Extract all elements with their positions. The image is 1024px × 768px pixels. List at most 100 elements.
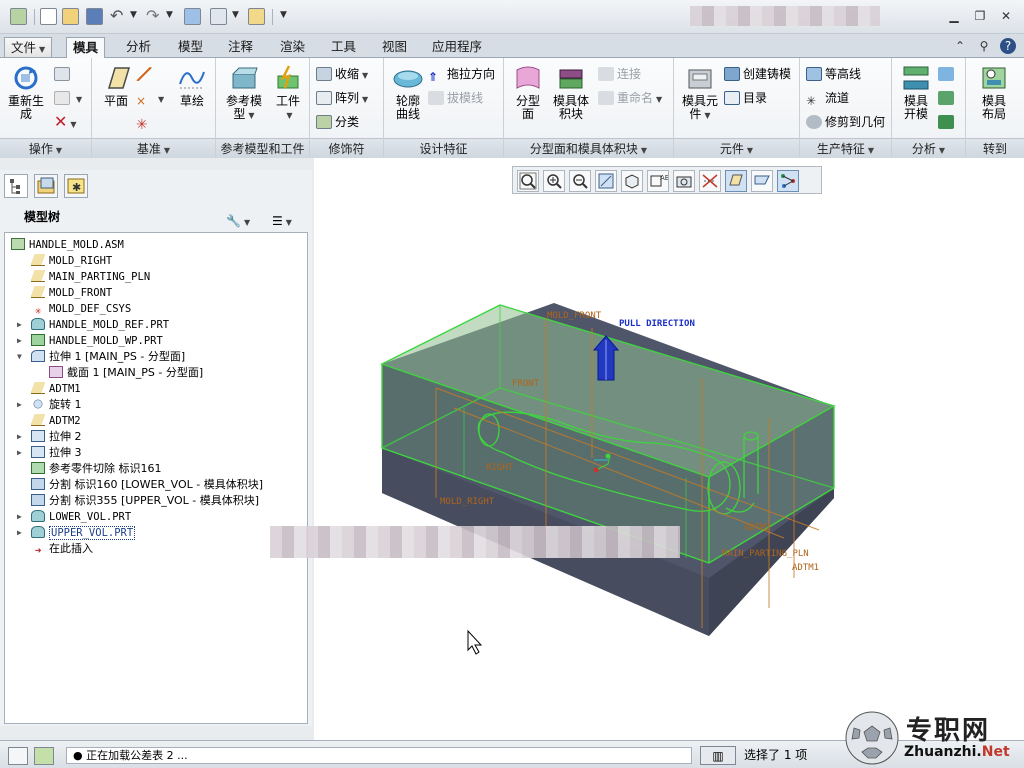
directory-button[interactable]: 目录 [724,88,767,108]
mold-open-button[interactable]: 模具 开模 [896,64,936,121]
model-tree-toggle-icon[interactable] [8,747,28,765]
group-label-analysis[interactable]: 分析 ▼ [892,138,965,158]
tree-item[interactable]: ▶ 旋转 1 [17,397,82,413]
browser-toggle-icon[interactable] [34,747,54,765]
flow-button[interactable]: ✳ 流道 [806,88,849,108]
analysis-tool-3-button[interactable] [938,112,957,132]
windows-dropdown-icon[interactable]: ▼ [232,10,239,20]
csys-button[interactable]: ✳ [136,112,155,132]
create-casting-button[interactable]: 创建铸模 [724,64,791,84]
drag-direction-button[interactable]: ⇑ 拖拉方向 [428,64,495,84]
windows-icon[interactable] [210,8,227,25]
minimize-ribbon-icon[interactable]: ⌃ [952,38,968,54]
tree-item[interactable]: MAIN_PARTING_PLN [31,269,150,285]
contour-curve-button[interactable]: 轮廓 曲线 [388,64,428,121]
tree-item[interactable]: ▶ HANDLE_MOLD_WP.PRT [17,333,163,349]
group-label-operations[interactable]: 操作 ▼ [0,138,91,158]
group-label-datum[interactable]: 基准 ▼ [92,138,215,158]
tree-item[interactable]: MOLD_FRONT [31,285,112,301]
group-label-parting[interactable]: 分型面和模具体积块 ▼ [504,138,673,158]
help-icon[interactable]: ? [1000,38,1016,54]
tree-item[interactable]: 截面 1 [MAIN_PS - 分型面] [49,365,203,381]
tab-file[interactable]: 文件 ▼ [4,37,53,58]
tab-render[interactable]: 渲染 [274,37,311,58]
tab-view[interactable]: 视图 [376,37,413,58]
rename-button[interactable]: 重命名 ▼ [598,88,662,108]
copy-button[interactable] [54,64,73,84]
tree-expand-icon[interactable]: ▶ [17,333,22,349]
tree-show-button[interactable]: ☰ ▼ [272,208,292,228]
folder-browser-tab[interactable] [34,174,58,198]
group-label-production[interactable]: 生产特征 ▼ [800,138,891,158]
cad-model-canvas[interactable]: MOLD_FRONT PULL DIRECTION FRONT RIGHT MO… [314,158,1024,740]
tree-settings-button[interactable]: 🔧 ▼ [226,208,250,228]
tree-expand-icon[interactable]: ▶ [17,509,22,525]
favorites-tab[interactable]: ✱ [64,174,88,198]
contour-line-button[interactable]: 等高线 [806,64,861,84]
tree-item[interactable]: ▶ 拉伸 3 [17,445,82,461]
tab-analysis[interactable]: 分析 [120,37,157,58]
point-button[interactable]: × ▼ [136,88,164,108]
group-label-component[interactable]: 元件 ▼ [674,138,799,158]
delete-button[interactable]: ✕ ▼ [54,112,77,132]
classify-button[interactable]: 分类 [316,112,359,132]
close-icon[interactable]: ✕ [998,8,1014,24]
model-tree-tab[interactable] [4,174,28,198]
mold-component-button[interactable]: 模具元 件 ▼ [678,64,722,122]
tree-expand-icon[interactable]: ▶ [17,525,22,541]
tree-item[interactable]: HANDLE_MOLD.ASM [11,237,124,253]
graphics-viewport[interactable]: AB MOLD_FRONT PULL DIRECTION FRONT RIGHT… [314,158,1024,740]
axis-button[interactable] [136,64,155,84]
tree-item[interactable]: ▶ UPPER_VOL.PRT [17,525,136,541]
redo-icon[interactable]: ↷ [146,8,163,25]
tree-item[interactable]: ✳ MOLD_DEF_CSYS [31,301,132,317]
draft-line-button[interactable]: 拔模线 [428,88,483,108]
analysis-tool-1-button[interactable] [938,64,957,84]
search-icon[interactable]: ⚲ [976,38,992,54]
tree-item[interactable]: ➜ 在此插入 [31,541,93,557]
tree-expand-icon[interactable]: ▶ [17,317,22,333]
regenerate-icon[interactable] [184,8,201,25]
trim-geometry-button[interactable]: 修剪到几何 [806,112,885,132]
new-icon[interactable] [40,8,57,25]
paste-button[interactable]: ▼ [54,88,82,108]
tab-mold[interactable]: 模具 [66,37,106,58]
minimize-icon[interactable]: ▁ [946,8,962,24]
tree-expand-icon[interactable]: ▶ [17,397,22,413]
tab-tools[interactable]: 工具 [325,37,362,58]
mold-volume-button[interactable]: 模具体 积块 [548,64,594,121]
redo-dropdown-icon[interactable]: ▼ [166,10,173,20]
sketch-button[interactable]: 草绘 [174,64,210,108]
restore-icon[interactable]: ❐ [972,8,988,24]
tree-item[interactable]: ADTM1 [31,381,81,397]
tab-applications[interactable]: 应用程序 [426,37,488,58]
undo-dropdown-icon[interactable]: ▼ [130,10,137,20]
mold-layout-button[interactable]: 模具 布局 [974,64,1014,121]
tree-item[interactable]: ▶ LOWER_VOL.PRT [17,509,131,525]
tree-item[interactable]: 参考零件切除 标识161 [31,461,162,477]
shrink-button[interactable]: 收缩 ▼ [316,64,368,84]
tree-expand-icon[interactable]: ▶ [17,445,22,461]
tree-expand-icon[interactable]: ▼ [17,349,22,365]
customize-dropdown-icon[interactable]: ▼ [280,10,287,20]
tab-model[interactable]: 模型 [172,37,209,58]
tree-item[interactable]: ▼ 拉伸 1 [MAIN_PS - 分型面] [17,349,185,365]
workpiece-button[interactable]: 工件 ▼ [270,64,306,122]
ref-model-button[interactable]: 参考模 型 ▼ [222,64,266,122]
filter-icon[interactable]: ▥ [700,746,736,765]
open-icon[interactable] [62,8,79,25]
parting-surface-button[interactable]: 分型 面 [508,64,548,121]
close-window-icon[interactable] [248,8,265,25]
tree-expand-icon[interactable]: ▶ [17,429,22,445]
pattern-button[interactable]: 阵列 ▼ [316,88,368,108]
tree-item[interactable]: ▶ 拉伸 2 [17,429,82,445]
tree-item[interactable]: MOLD_RIGHT [31,253,112,269]
tab-annotation[interactable]: 注释 [222,37,259,58]
connect-button[interactable]: 连接 [598,64,641,84]
save-icon[interactable] [86,8,103,25]
tree-item[interactable]: 分割 标识355 [UPPER_VOL - 模具体积块] [31,493,259,509]
analysis-tool-2-button[interactable] [938,88,957,108]
plane-button[interactable]: 平面 [98,64,134,108]
undo-icon[interactable]: ↶ [110,8,127,25]
tree-item[interactable]: ▶ HANDLE_MOLD_REF.PRT [17,317,169,333]
